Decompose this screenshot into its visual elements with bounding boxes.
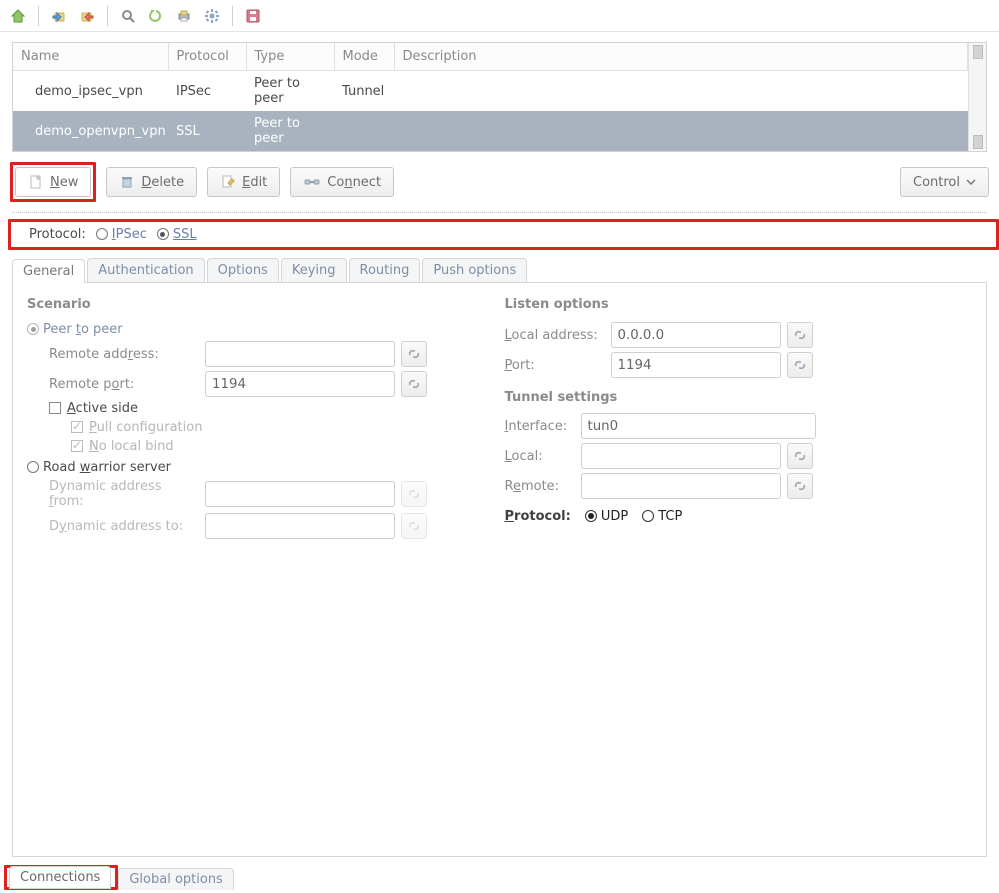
dyn-from-link-icon: [401, 481, 427, 507]
local-addr-label: Local address:: [505, 328, 605, 343]
remote-port-input[interactable]: [205, 371, 395, 397]
pull-config-check: Pull configuration: [71, 420, 202, 435]
col-type[interactable]: Type: [246, 43, 334, 71]
table-row[interactable]: demo_openvpn_vpnSSLPeer to peer: [13, 111, 968, 151]
control-label: Control: [913, 175, 960, 190]
table-row[interactable]: demo_ipsec_vpnIPSecPeer to peerTunnel: [13, 71, 968, 112]
pencil-icon: [220, 174, 236, 190]
highlight-connections-tab: Connections: [4, 865, 118, 890]
tab-general[interactable]: General: [12, 259, 85, 283]
col-name[interactable]: Name: [13, 43, 168, 71]
tunnel-remote-label: Remote:: [505, 479, 575, 494]
scroll-down-thumb[interactable]: [973, 135, 983, 149]
tunnel-remote-link-icon[interactable]: [787, 473, 813, 499]
port-link-icon[interactable]: [787, 352, 813, 378]
vpn-table-container: Name Protocol Type Mode Description demo…: [0, 32, 999, 156]
chevron-down-icon: [966, 177, 976, 187]
active-side-check[interactable]: Active side: [49, 401, 138, 416]
export-icon[interactable]: [75, 4, 99, 28]
protocol-selector: Protocol: IPSec SSL: [23, 224, 203, 245]
remote-addr-label: Remote address:: [49, 347, 199, 362]
scenario-peer-radio[interactable]: Peer to peer: [27, 322, 123, 337]
protocol-label: Protocol:: [29, 227, 86, 242]
separator: [12, 212, 987, 213]
home-icon[interactable]: [6, 4, 30, 28]
gear-icon[interactable]: [200, 4, 224, 28]
dyn-to-label: Dynamic address to:: [49, 519, 199, 534]
proto-ssl-radio[interactable]: SSL: [157, 227, 197, 242]
refresh-icon[interactable]: [144, 4, 168, 28]
new-label: ew: [60, 175, 79, 190]
plug-icon: [303, 175, 321, 189]
delete-button[interactable]: Delete: [106, 167, 197, 197]
edit-button[interactable]: Edit: [207, 167, 280, 197]
dyn-from-label: Dynamic address from:: [49, 479, 199, 509]
remote-port-label: Remote port:: [49, 377, 199, 392]
scroll-up-thumb[interactable]: [973, 45, 983, 59]
connect-label: nect: [353, 175, 381, 190]
iface-label: Interface:: [505, 419, 575, 434]
general-panel: Scenario Peer to peer Remote address: Re…: [12, 282, 987, 857]
new-button[interactable]: New: [15, 167, 91, 197]
remote-addr-link-icon[interactable]: [401, 341, 427, 367]
proto-udp-radio[interactable]: UDP: [585, 509, 628, 524]
tab-connections[interactable]: Connections: [9, 866, 111, 889]
action-bar: New Delete Edit Connect Control: [0, 156, 999, 212]
no-local-bind-check: No local bind: [71, 439, 174, 454]
remote-port-link-icon[interactable]: [401, 371, 427, 397]
tab-keying[interactable]: Keying: [281, 258, 347, 282]
col-mode[interactable]: Mode: [334, 43, 394, 71]
save-icon[interactable]: [241, 4, 265, 28]
scenario-panel: Scenario Peer to peer Remote address: Re…: [27, 297, 495, 842]
listen-title: Listen options: [505, 297, 973, 312]
tunnel-title: Tunnel settings: [505, 390, 973, 405]
dyn-to-input: [205, 513, 395, 539]
port-label: Port:: [505, 358, 605, 373]
local-addr-link-icon[interactable]: [787, 322, 813, 348]
scenario-title: Scenario: [27, 297, 495, 312]
tab-routing[interactable]: Routing: [349, 258, 421, 282]
tunnel-local-input[interactable]: [581, 443, 781, 469]
transport-proto-label: Protocol:: [505, 509, 571, 524]
tunnel-local-label: Local:: [505, 449, 575, 464]
page-tabs: Connections Global options: [0, 865, 999, 890]
port-input[interactable]: [611, 352, 781, 378]
local-addr-input[interactable]: [611, 322, 781, 348]
trash-icon: [119, 174, 135, 190]
highlight-protocol: Protocol: IPSec SSL: [8, 219, 999, 250]
edit-label: dit: [250, 175, 267, 190]
tab-auth[interactable]: Authentication: [87, 258, 204, 282]
tab-push[interactable]: Push options: [422, 258, 527, 282]
search-icon[interactable]: [116, 4, 140, 28]
highlight-new: New: [10, 162, 96, 202]
connect-button[interactable]: Connect: [290, 167, 394, 197]
vscrollbar[interactable]: [968, 43, 986, 151]
remote-addr-input[interactable]: [205, 341, 395, 367]
document-icon: [28, 174, 44, 190]
col-description[interactable]: Description: [394, 43, 968, 71]
road-warrior-radio[interactable]: Road warrior server: [27, 460, 171, 475]
proto-tcp-radio[interactable]: TCP: [642, 509, 682, 524]
vpn-table[interactable]: Name Protocol Type Mode Description demo…: [13, 43, 968, 151]
tab-options[interactable]: Options: [207, 258, 279, 282]
delete-label: elete: [151, 175, 184, 190]
dyn-to-link-icon: [401, 513, 427, 539]
main-toolbar: [0, 0, 999, 32]
control-menu[interactable]: Control: [900, 167, 989, 197]
col-protocol[interactable]: Protocol: [168, 43, 246, 71]
proto-ssl-label: SSL: [173, 227, 197, 242]
tunnel-remote-input[interactable]: [581, 473, 781, 499]
print-icon[interactable]: [172, 4, 196, 28]
iface-input[interactable]: [581, 413, 816, 439]
listen-tunnel-panel: Listen options Local address: Port: Tunn…: [505, 297, 973, 842]
proto-ipsec-radio[interactable]: IPSec: [96, 227, 147, 242]
dyn-from-input: [205, 481, 395, 507]
tunnel-local-link-icon[interactable]: [787, 443, 813, 469]
form-tabs: General Authentication Options Keying Ro…: [12, 258, 987, 282]
import-icon[interactable]: [47, 4, 71, 28]
tab-global-options[interactable]: Global options: [118, 868, 233, 890]
